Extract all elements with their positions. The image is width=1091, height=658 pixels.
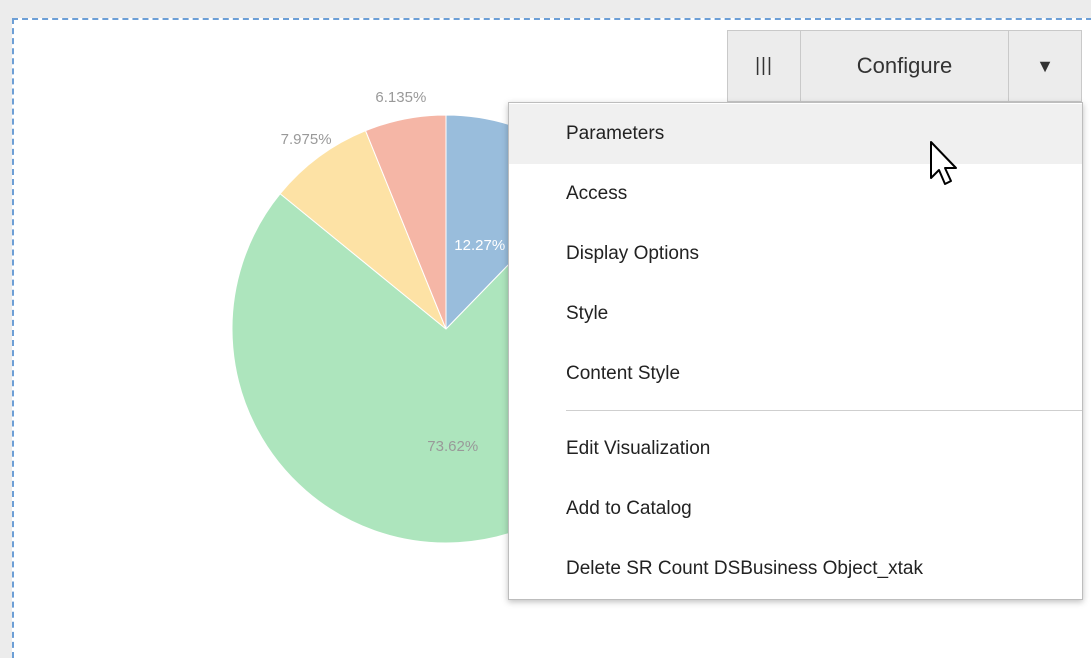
menu-item-display-options[interactable]: Display Options (509, 224, 1082, 284)
menu-item-style[interactable]: Style (509, 284, 1082, 344)
pie-slice-label: 6.135% (375, 89, 427, 107)
menu-item-delete[interactable]: Delete SR Count DSBusiness Object_xtak (509, 539, 1082, 599)
chevron-down-icon[interactable]: ▼ (1009, 31, 1081, 101)
mouse-cursor-icon (930, 141, 957, 185)
pie-slice-label: 73.62% (427, 438, 479, 455)
view-toolbar: ||| Configure ▼ (727, 30, 1082, 102)
menu-divider (566, 410, 1082, 411)
pie-slice-label: 12.27% (454, 237, 506, 255)
menu-item-parameters[interactable]: Parameters (509, 104, 1082, 164)
menu-item-content-style[interactable]: Content Style (509, 344, 1082, 404)
pie-slice-label: 7.975% (280, 131, 332, 149)
menu-item-add-to-catalog[interactable]: Add to Catalog (509, 479, 1082, 539)
configure-menu: Parameters Access Display Options Style … (508, 102, 1083, 600)
configure-button[interactable]: Configure (801, 31, 1009, 101)
columns-icon[interactable]: ||| (728, 31, 801, 101)
menu-item-access[interactable]: Access (509, 164, 1082, 224)
menu-item-edit-visualization[interactable]: Edit Visualization (509, 419, 1082, 479)
